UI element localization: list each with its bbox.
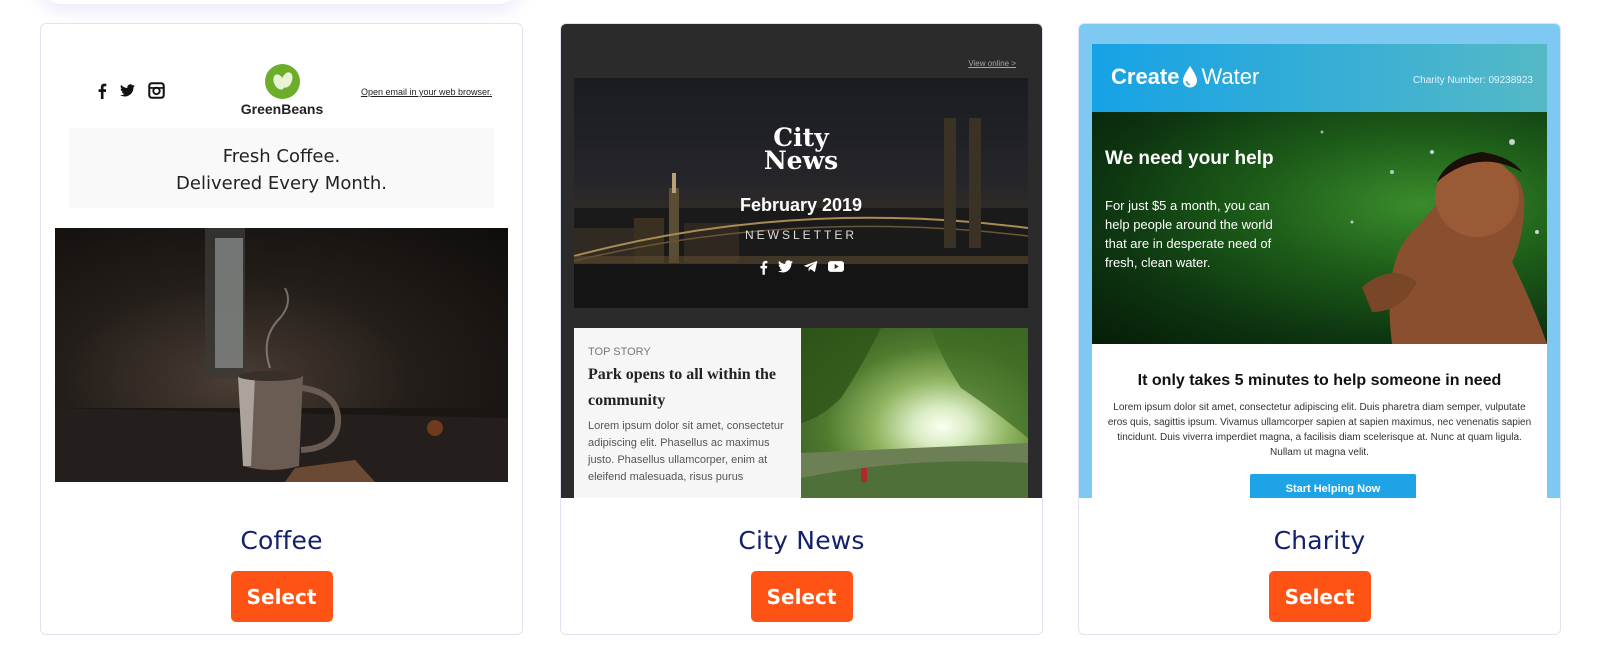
start-helping-button[interactable]: Start Helping Now — [1250, 474, 1416, 498]
select-charity-button[interactable]: Select — [1268, 571, 1371, 622]
create-water-logo: Create Water — [1111, 64, 1260, 89]
youtube-icon — [827, 261, 844, 272]
facebook-icon — [98, 83, 107, 99]
headline-line-1: Fresh Coffee. — [222, 146, 341, 167]
coffee-headline-banner: Fresh Coffee. Delivered Every Month. — [69, 128, 494, 208]
brand-name: GreenBeans — [240, 101, 324, 117]
select-city-news-button[interactable]: Select — [750, 571, 853, 622]
select-coffee-button[interactable]: Select — [230, 571, 333, 622]
coffee-mug-photo — [55, 228, 508, 482]
template-name: Coffee — [240, 526, 323, 555]
greenbeans-logo: GreenBeans — [237, 64, 327, 117]
newsletter-label: NEWSLETTER — [744, 228, 857, 242]
template-card-coffee[interactable]: GreenBeans Open email in your web browse… — [40, 23, 523, 635]
top-story-block: TOP STORY Park opens to all within the c… — [574, 328, 801, 498]
open-in-browser-link[interactable]: Open email in your web browser. — [361, 87, 492, 97]
facebook-icon — [759, 260, 767, 275]
social-icons — [574, 260, 1028, 275]
boy-water-hero: We need your help For just $5 a month, y… — [1092, 112, 1547, 344]
telegram-icon — [803, 260, 817, 273]
headline-line-2: Delivered Every Month. — [176, 173, 387, 194]
story-headline: Park opens to all within the community — [588, 366, 777, 409]
newsletter-date: February 2019 — [739, 195, 863, 215]
city-news-logo: City News — [763, 123, 839, 175]
social-icons — [97, 82, 165, 99]
template-card-city-news[interactable]: View online > City News February 2019 NE… — [560, 23, 1043, 635]
charity-header: Create Water Charity Number: 09238923 — [1092, 44, 1547, 112]
template-name: City News — [738, 526, 865, 555]
twitter-icon — [777, 260, 793, 273]
hero-title: We need your help — [1105, 148, 1274, 169]
charity-number: Charity Number: 09238923 — [1412, 75, 1533, 86]
shadow-decoration — [40, 0, 520, 4]
story-kicker: TOP STORY — [588, 346, 651, 358]
city-skyline-hero: City News February 2019 NEWSLETTER — [574, 78, 1028, 308]
template-card-charity[interactable]: Create Water Charity Number: 09238923 We… — [1078, 23, 1561, 635]
city-news-email-preview[interactable]: View online > City News February 2019 NE… — [561, 24, 1042, 498]
water-drop-icon — [1183, 66, 1198, 88]
charity-email-preview[interactable]: Create Water Charity Number: 09238923 We… — [1079, 24, 1560, 498]
charity-body: It only takes 5 minutes to help someone … — [1092, 344, 1547, 498]
view-online-link[interactable]: View online > — [968, 59, 1016, 68]
body-title: It only takes 5 minutes to help someone … — [1137, 372, 1502, 389]
coffee-bean-icon — [264, 64, 300, 99]
park-photo — [801, 328, 1028, 498]
hero-text: For just $5 a month, you can help people… — [1105, 198, 1273, 270]
template-name: Charity — [1273, 526, 1366, 555]
story-body: Lorem ipsum dolor sit amet, consectetur … — [588, 420, 784, 483]
instagram-icon — [148, 82, 165, 99]
body-text: Lorem ipsum dolor sit amet, consectetur … — [1107, 402, 1532, 458]
twitter-icon — [120, 84, 135, 97]
coffee-email-preview[interactable]: GreenBeans Open email in your web browse… — [41, 24, 522, 498]
